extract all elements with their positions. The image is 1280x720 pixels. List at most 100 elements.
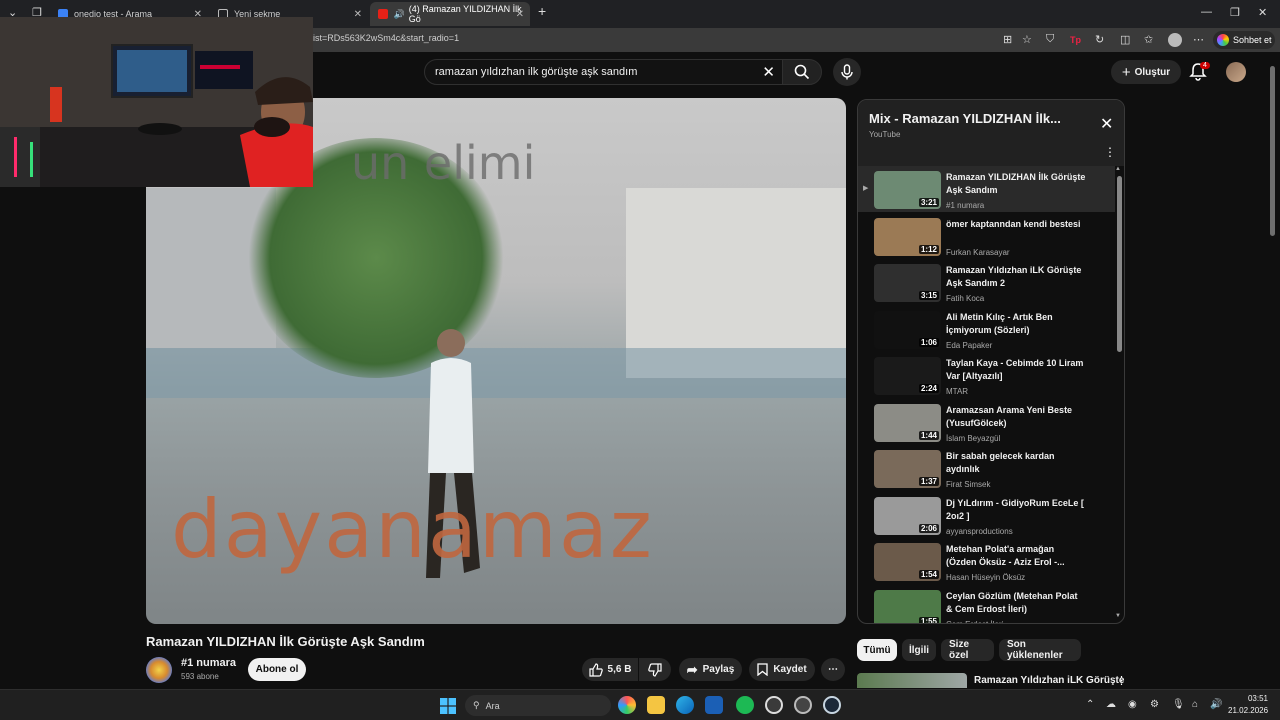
account-avatar[interactable] — [1226, 62, 1246, 82]
playlist-item-title[interactable]: Ali Metin Kılıç - Artık Ben İçmiyorum (S… — [946, 311, 1086, 337]
favorite-star-icon[interactable]: ☆ — [1022, 33, 1032, 46]
windows-start-icon[interactable] — [440, 698, 456, 714]
edge-browser-icon[interactable] — [676, 696, 694, 714]
store-icon[interactable] — [705, 696, 723, 714]
tray-app-icon[interactable]: ⚙ — [1150, 699, 1159, 710]
playlist-item-thumbnail[interactable]: 1:55 — [874, 589, 941, 623]
refresh-icon[interactable]: ↻ — [1095, 33, 1104, 46]
channel-avatar[interactable] — [146, 657, 172, 683]
playlist-item-title[interactable]: Taylan Kaya - Cebimde 10 Liram Var [Alty… — [946, 357, 1086, 383]
chat-button[interactable]: Sohbet et — [1213, 31, 1275, 49]
minimize-icon[interactable]: — — [1201, 6, 1212, 18]
chip-for-you[interactable]: Size özel — [941, 639, 994, 661]
scroll-up-arrow-icon[interactable]: ▲ — [1115, 166, 1121, 172]
playlist-item-title[interactable]: Dj YıLdırım - GidiyoRum EceLe [ 2oı2 ] — [946, 497, 1086, 523]
microphone-tray-icon[interactable]: 🎙 — [1172, 699, 1185, 710]
tray-overflow-icon[interactable]: ⌃ — [1086, 699, 1094, 710]
share-button[interactable]: ➦ Paylaş — [679, 658, 742, 681]
search-box[interactable]: ramazan yıldızhan ilk görüşte aşk sandım… — [424, 59, 786, 85]
create-button[interactable]: + Oluştur — [1111, 60, 1181, 84]
playlist-item[interactable]: 1:12 ömer kaptanndan kendi bestesi Furkan … — [858, 213, 1115, 259]
playlist-item[interactable]: 2:24 Taylan Kaya - Cebimde 10 Liram Var [… — [858, 352, 1115, 398]
playlist-item[interactable]: ▶ 3:21 Ramazan YILDIZHAN İlk Görüşte Aşk S… — [858, 166, 1115, 212]
chip-recently-uploaded[interactable]: Son yüklenenler — [999, 639, 1081, 661]
playlist-scrollbar-thumb[interactable] — [1117, 176, 1122, 352]
close-playlist-icon[interactable]: ✕ — [1100, 114, 1113, 134]
playlist-more-icon[interactable]: ⋮ — [1104, 145, 1116, 159]
playlist-item-thumbnail[interactable]: 1:44 — [874, 403, 941, 442]
system-clock[interactable]: 03:51 21.02.2026 — [1228, 693, 1268, 717]
like-button[interactable]: 5,6 B — [582, 658, 638, 681]
favorites-icon[interactable]: ✩ — [1144, 33, 1153, 46]
tab-youtube[interactable]: 🔊 (4) Ramazan YILDIZHAN İlk Gö ✕ — [370, 2, 530, 26]
chat-label: Sohbet et — [1233, 35, 1272, 45]
close-window-icon[interactable]: ✕ — [1258, 6, 1267, 19]
shield-icon[interactable]: ⛉ — [1046, 33, 1054, 46]
volume-icon[interactable]: 🔊 — [1210, 699, 1222, 710]
playlist-item-title[interactable]: ömer kaptanndan kendi bestesi — [946, 218, 1086, 231]
playlist-item-thumbnail[interactable]: 2:06 — [874, 496, 941, 535]
playlist-item-thumbnail[interactable]: 3:15 — [874, 264, 941, 302]
app-available-icon[interactable]: ⊞ — [1003, 33, 1012, 46]
playlist-item-title[interactable]: Metehan Polat'a armağan (Özden Öksüz - A… — [946, 543, 1086, 569]
playlist-item-thumbnail[interactable]: 1:12 — [874, 217, 941, 256]
playlist-item[interactable]: 1:54 Metehan Polat'a armağan (Özden Öksüz… — [858, 538, 1115, 584]
chip-related[interactable]: İlgili — [902, 639, 936, 661]
playlist-item[interactable]: 1:37 Bir sabah gelecek kardan aydınlık Fir… — [858, 445, 1115, 491]
playlist-item-thumbnail[interactable]: 3:21 — [874, 171, 941, 209]
close-tab-icon[interactable]: ✕ — [516, 9, 524, 20]
copilot-icon[interactable] — [618, 696, 636, 714]
playlist-item-title[interactable]: Ceylan Gözlüm (Metehan Polat & Cem Erdos… — [946, 590, 1086, 616]
voice-search-button[interactable] — [833, 58, 861, 86]
playlist-item[interactable]: 1:55 Ceylan Gözlüm (Metehan Polat & Cem E… — [858, 585, 1115, 623]
profile-icon[interactable] — [1168, 33, 1182, 47]
dislike-button[interactable] — [639, 658, 671, 681]
extension-icon[interactable]: Tp — [1070, 35, 1081, 45]
tray-app-icon[interactable]: ◉ — [1128, 699, 1137, 710]
speaker-icon[interactable]: 🔊 — [394, 9, 405, 20]
settings-gear-icon[interactable] — [794, 696, 812, 714]
maximize-icon[interactable]: ❐ — [1230, 6, 1240, 19]
playlist-item-title[interactable]: Aramazsan Arama Yeni Beste (YusufGölcek) — [946, 404, 1086, 430]
file-explorer-icon[interactable] — [647, 696, 665, 714]
playlist-item[interactable]: 1:44 Aramazsan Arama Yeni Beste (YusufGöl… — [858, 399, 1115, 445]
scroll-down-arrow-icon[interactable]: ▼ — [1115, 613, 1121, 619]
taskbar-search[interactable]: ⚲ Ara — [465, 695, 611, 716]
playlist-item[interactable]: 3:15 Ramazan Yıldızhan iLK Görüşte Aşk Sa… — [858, 259, 1115, 305]
playlist-item-thumbnail[interactable]: 1:54 — [874, 543, 941, 581]
page-scrollbar[interactable] — [1270, 66, 1275, 236]
playlist-item-title[interactable]: Ramazan Yıldızhan iLK Görüşte Aşk Sandım… — [946, 264, 1086, 290]
close-tab-icon[interactable]: ✕ — [354, 9, 362, 20]
bookmark-icon — [757, 663, 768, 676]
playlist-title[interactable]: Mix - Ramazan YILDIZHAN İlk... — [869, 111, 1061, 126]
playlist-item-title[interactable]: Ramazan YILDIZHAN İlk Görüşte Aşk Sandım — [946, 171, 1086, 197]
related-video-title[interactable]: Ramazan Yıldızhan iLK Görüşte — [974, 675, 1124, 686]
related-video-thumbnail[interactable] — [857, 673, 967, 688]
more-menu-icon[interactable]: ⋯ — [1193, 33, 1204, 46]
related-more-icon[interactable]: ⋮ — [1116, 674, 1127, 687]
playlist-item-thumbnail[interactable]: 2:24 — [874, 357, 941, 395]
new-tab-icon[interactable]: + — [538, 3, 546, 19]
more-actions-button[interactable]: ⋯ — [821, 658, 845, 681]
playlist-item-duration: 2:24 — [918, 384, 939, 393]
app-icon[interactable] — [765, 696, 783, 714]
like-count: 5,6 B — [607, 664, 632, 675]
playlist-item-thumbnail[interactable]: 1:37 — [874, 450, 941, 488]
playlist-item[interactable]: 2:06 Dj YıLdırım - GidiyoRum EceLe [ 2oı2… — [858, 492, 1115, 538]
cloud-icon[interactable]: ☁ — [1106, 699, 1116, 710]
clear-search-icon[interactable]: ✕ — [762, 63, 775, 81]
chip-all[interactable]: Tümü — [857, 639, 897, 661]
playlist-item-thumbnail[interactable]: 1:06 — [874, 310, 941, 349]
search-input[interactable]: ramazan yıldızhan ilk görüşte aşk sandım — [435, 66, 637, 78]
save-button[interactable]: Kaydet — [749, 658, 815, 681]
network-icon[interactable]: ⌂ — [1192, 699, 1198, 710]
subscribe-button[interactable]: Abone ol — [248, 658, 306, 681]
steam-icon[interactable] — [823, 696, 841, 714]
url-field[interactable]: ist=RDs563K2wSm4c&start_radio=1 — [313, 33, 459, 43]
playlist-item-title[interactable]: Bir sabah gelecek kardan aydınlık — [946, 450, 1086, 476]
split-screen-icon[interactable]: ◫ — [1120, 33, 1130, 46]
search-button[interactable] — [782, 59, 822, 85]
playlist-item[interactable]: 1:06 Ali Metin Kılıç - Artık Ben İçmiyoru… — [858, 306, 1115, 352]
channel-name[interactable]: #1 numara — [181, 657, 236, 669]
spotify-icon[interactable] — [736, 696, 754, 714]
